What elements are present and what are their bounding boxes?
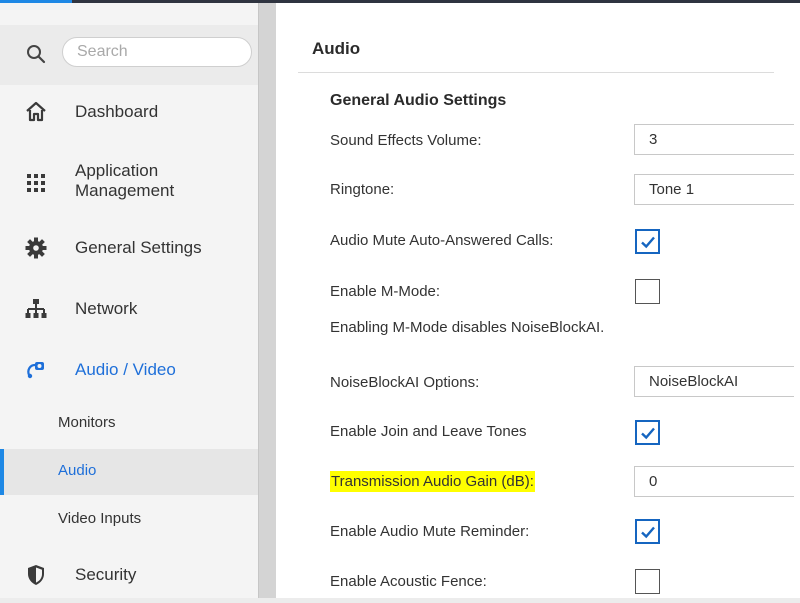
- sidebar: Dashboard Application Management General…: [0, 3, 258, 603]
- sidebar-item-application-management[interactable]: Application Management: [0, 153, 258, 213]
- noiseblock-options-label: NoiseBlockAI Options:: [330, 374, 480, 391]
- sidebar-subitem-monitors[interactable]: Monitors: [0, 401, 258, 447]
- acoustic-fence-checkbox[interactable]: [635, 569, 660, 594]
- mute-reminder-checkbox[interactable]: [635, 519, 660, 544]
- sound-effects-volume-label: Sound Effects Volume:: [330, 132, 482, 149]
- checkmark-icon: [641, 236, 655, 249]
- sidebar-item-label: General Settings: [75, 238, 202, 257]
- main-content: Audio General Audio Settings Sound Effec…: [276, 3, 800, 603]
- page-title: Audio: [312, 39, 361, 58]
- mute-reminder-label: Enable Audio Mute Reminder:: [330, 523, 530, 540]
- join-leave-tones-label: Enable Join and Leave Tones: [330, 423, 527, 440]
- section-title: General Audio Settings: [330, 92, 507, 109]
- search-input[interactable]: [62, 37, 252, 67]
- sidebar-item-dashboard[interactable]: Dashboard: [0, 83, 258, 139]
- sidebar-item-label: Management: [75, 181, 175, 200]
- enable-m-mode-label: Enable M-Mode:: [330, 283, 441, 300]
- sidebar-item-label: Audio / Video: [75, 360, 176, 379]
- sidebar-subitem-label: Monitors: [58, 414, 116, 431]
- sidebar-item-label: Application: [75, 161, 159, 180]
- selected-indicator: [0, 449, 4, 495]
- title-divider: [298, 72, 774, 73]
- sidebar-item-security[interactable]: Security: [0, 546, 258, 602]
- bottom-strip: [0, 598, 800, 603]
- panel-divider: [258, 3, 276, 603]
- m-mode-note: Enabling M-Mode disables NoiseBlockAI.: [330, 319, 605, 336]
- audio-mute-auto-answered-label: Audio Mute Auto-Answered Calls:: [330, 232, 554, 249]
- ringtone-select[interactable]: Tone 1: [634, 174, 794, 205]
- highlight-mark: Transmission Audio Gain (dB):: [330, 471, 535, 492]
- shield-icon: [28, 565, 44, 585]
- acoustic-fence-label: Enable Acoustic Fence:: [330, 573, 487, 590]
- join-leave-tones-checkbox[interactable]: [635, 420, 660, 445]
- sidebar-subitem-label: Video Inputs: [58, 510, 142, 527]
- sidebar-subitem-audio[interactable]: Audio: [0, 449, 258, 495]
- sidebar-item-network[interactable]: Network: [0, 280, 258, 336]
- noiseblock-options-select[interactable]: NoiseBlockAI: [634, 366, 794, 397]
- sidebar-item-label: Dashboard: [75, 102, 159, 121]
- search-icon[interactable]: [26, 44, 46, 64]
- audio-mute-auto-answered-checkbox[interactable]: [635, 229, 660, 254]
- network-icon: [25, 299, 47, 318]
- sidebar-item-audio-video[interactable]: Audio / Video: [0, 341, 258, 397]
- sidebar-item-label: Security: [75, 565, 137, 584]
- home-icon: [26, 101, 46, 122]
- grid-icon: [27, 174, 45, 192]
- sound-effects-volume-select[interactable]: 3: [634, 124, 794, 155]
- sidebar-item-general-settings[interactable]: General Settings: [0, 219, 258, 275]
- checkmark-icon: [641, 427, 655, 440]
- checkmark-icon: [641, 526, 655, 539]
- sidebar-item-label: Network: [75, 299, 138, 318]
- transmission-gain-input[interactable]: 0: [634, 466, 794, 497]
- sidebar-subitem-video-inputs[interactable]: Video Inputs: [0, 497, 258, 543]
- gear-icon: [25, 237, 47, 259]
- ringtone-label: Ringtone:: [330, 181, 395, 198]
- search-row: [0, 25, 258, 85]
- enable-m-mode-checkbox[interactable]: [635, 279, 660, 304]
- audio-video-icon: [27, 362, 44, 379]
- sidebar-subitem-label: Audio: [58, 462, 97, 479]
- transmission-gain-label: Transmission Audio Gain (dB):: [330, 471, 535, 492]
